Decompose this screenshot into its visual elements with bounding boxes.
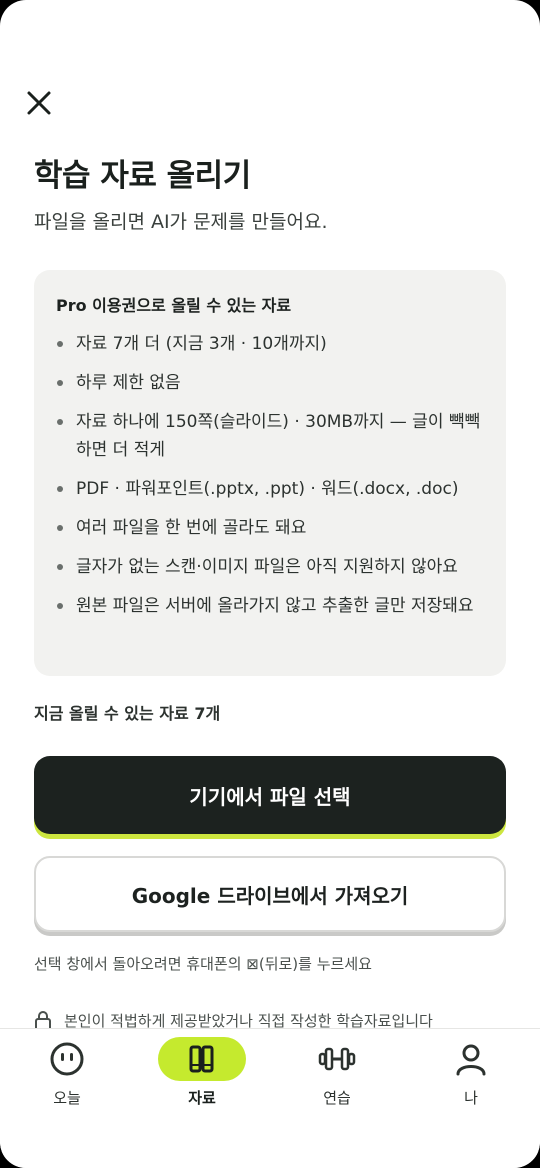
info-bullet-text: 자료 하나에 150쪽(슬라이드) · 30MB까지 — 글이 빽빽하면 더 적… <box>76 412 481 460</box>
tab-label: 연습 <box>323 1089 351 1107</box>
bullet-dot <box>57 564 63 570</box>
google-drive-import-button[interactable]: Google 드라이브에서 가져오기 <box>34 856 506 932</box>
tab-practice[interactable]: 연습 <box>282 1037 392 1117</box>
tab-label: 나 <box>464 1089 478 1107</box>
info-bullet-item: PDF · 파워포인트(.pptx, .ppt) · 워드(.docx, .do… <box>56 475 484 503</box>
bullet-dot <box>57 603 63 609</box>
remaining-count-text: 지금 올릴 수 있는 자료 7개 <box>34 704 221 723</box>
info-bullet-text: 여러 파일을 한 번에 골라도 돼요 <box>76 518 307 538</box>
select-from-device-label: 기기에서 파일 선택 <box>189 784 351 809</box>
smile-face-icon <box>50 1042 84 1076</box>
person-icon <box>456 1044 486 1076</box>
page-subtitle: 파일을 올리면 AI가 문제를 만들어요. <box>34 211 328 233</box>
tab-today[interactable]: 오늘 <box>12 1037 122 1117</box>
info-bullet-item: 원본 파일은 서버에 올라가지 않고 추출한 글만 저장돼요 <box>56 592 484 620</box>
info-bullet-text: PDF · 파워포인트(.pptx, .ppt) · 워드(.docx, .do… <box>76 479 459 499</box>
google-drive-import-label: Google 드라이브에서 가져오기 <box>131 883 409 908</box>
info-bullet-item: 자료 하나에 150쪽(슬라이드) · 30MB까지 — 글이 빽빽하면 더 적… <box>56 408 484 464</box>
tab-materials[interactable]: 자료 <box>147 1037 257 1117</box>
info-card-title: Pro 이용권으로 올릴 수 있는 자료 <box>56 296 292 315</box>
info-bullet-text: 하루 제한 없음 <box>76 373 181 393</box>
info-bullet-item: 여러 파일을 한 번에 골라도 돼요 <box>56 514 484 542</box>
info-bullet-text: 원본 파일은 서버에 올라가지 않고 추출한 글만 저장돼요 <box>76 596 474 616</box>
tab-icon-container <box>23 1037 111 1081</box>
bullet-dot <box>57 341 63 347</box>
info-bullet-text: 자료 7개 더 (지금 3개 · 10개까지) <box>76 334 327 354</box>
bullet-dot <box>57 419 63 425</box>
tab-icon-container <box>427 1037 515 1081</box>
info-bullet-list: 자료 7개 더 (지금 3개 · 10개까지) 하루 제한 없음 자료 하나에 … <box>56 330 484 620</box>
pro-info-card: Pro 이용권으로 올릴 수 있는 자료 자료 7개 더 (지금 3개 · 10… <box>34 270 506 676</box>
info-bullet-text: 글자가 없는 스캔·이미지 파일은 아직 지원하지 않아요 <box>76 557 458 577</box>
bottom-tab-bar: 오늘 자료 연습 나 <box>0 1028 540 1168</box>
page-title: 학습 자료 올리기 <box>34 158 251 194</box>
upload-screen: 학습 자료 올리기 파일을 올리면 AI가 문제를 만들어요. Pro 이용권으… <box>0 0 540 1168</box>
info-bullet-item: 자료 7개 더 (지금 3개 · 10개까지) <box>56 330 484 358</box>
bullet-dot <box>57 486 63 492</box>
dumbbell-icon <box>318 1047 356 1071</box>
tab-icon-container <box>158 1037 246 1081</box>
tab-label: 오늘 <box>53 1089 81 1107</box>
tab-me[interactable]: 나 <box>416 1037 526 1117</box>
back-navigation-hint: 선택 창에서 돌아오려면 휴대폰의 ⊠(뒤로)를 누르세요 <box>34 955 372 973</box>
books-icon <box>189 1045 214 1073</box>
select-from-device-button[interactable]: 기기에서 파일 선택 <box>34 756 506 834</box>
bullet-dot <box>57 525 63 531</box>
tab-icon-container <box>293 1037 381 1081</box>
info-bullet-item: 하루 제한 없음 <box>56 369 484 397</box>
bullet-dot <box>57 380 63 386</box>
close-button[interactable] <box>24 88 54 118</box>
info-bullet-item: 글자가 없는 스캔·이미지 파일은 아직 지원하지 않아요 <box>56 553 484 581</box>
tab-label: 자료 <box>188 1089 216 1107</box>
close-icon <box>27 91 51 115</box>
